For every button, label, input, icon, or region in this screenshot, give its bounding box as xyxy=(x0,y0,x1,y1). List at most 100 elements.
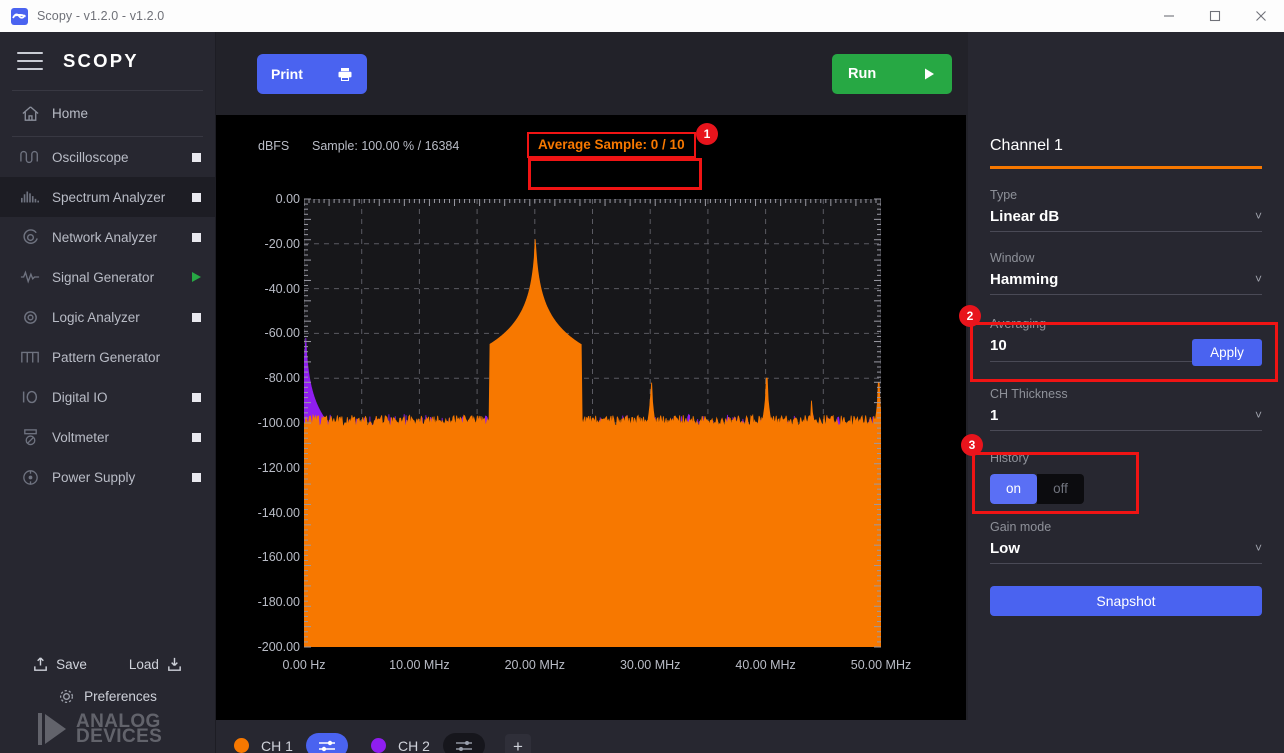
x-axis-tick-label: 40.00 MHz xyxy=(735,658,796,672)
window-value: Hamming xyxy=(990,270,1059,288)
pattern-generator-icon xyxy=(16,349,44,365)
gain-mode-field[interactable]: Gain mode Low ˅ xyxy=(990,520,1262,564)
window-field[interactable]: Window Hamming ˅ xyxy=(990,251,1262,295)
sidebar-item-label: Signal Generator xyxy=(52,269,155,285)
sidebar-item-oscilloscope[interactable]: Oscilloscope xyxy=(0,137,215,177)
oscilloscope-icon xyxy=(16,149,44,165)
channel-2-label: CH 2 xyxy=(398,737,430,753)
plot-header: dBFS Sample: 100.00 % / 16384 Average Sa… xyxy=(216,115,966,165)
sidebar-item-digital-io[interactable]: Digital IO xyxy=(0,377,215,417)
history-on-option[interactable]: on xyxy=(990,473,1037,504)
plot-canvas[interactable] xyxy=(304,199,881,647)
x-axis-tick-label: 50.00 MHz xyxy=(850,658,912,672)
minimize-icon[interactable] xyxy=(1146,0,1192,32)
load-label: Load xyxy=(128,656,159,672)
chevron-down-icon[interactable]: ˅ xyxy=(1255,541,1262,557)
logo-line-2: DEVICES xyxy=(76,726,163,747)
network-analyzer-icon xyxy=(16,228,44,247)
gear-icon xyxy=(60,689,74,703)
channel-2-control[interactable]: CH 2 xyxy=(371,733,485,753)
status-indicator xyxy=(192,192,201,202)
window-title: Scopy - v1.2.0 - v1.2.0 xyxy=(37,9,165,23)
y-axis-tick-label: 0.00 xyxy=(275,192,300,206)
chevron-down-icon[interactable]: ˅ xyxy=(1255,408,1262,424)
spectrum-plot[interactable]: dBFS Sample: 100.00 % / 16384 Average Sa… xyxy=(216,115,966,720)
sidebar-item-label: Spectrum Analyzer xyxy=(52,189,166,205)
channel-1-settings-button[interactable] xyxy=(305,733,348,753)
annotation-badge-2: 2 xyxy=(959,305,981,327)
load-button[interactable]: Load xyxy=(129,656,183,673)
history-label: History xyxy=(990,450,1029,465)
averaging-input[interactable]: 10 xyxy=(990,337,1007,354)
power-supply-icon xyxy=(16,468,44,487)
snapshot-button[interactable]: Snapshot xyxy=(990,585,1262,616)
apply-button[interactable]: Apply xyxy=(1192,338,1262,366)
analog-devices-mark-icon xyxy=(38,713,68,745)
sidebar-item-label: Network Analyzer xyxy=(52,229,158,245)
channel-2-settings-button[interactable] xyxy=(442,733,485,753)
sidebar-item-signal-generator[interactable]: Signal Generator xyxy=(0,257,215,297)
x-axis-tick-label: 10.00 MHz xyxy=(389,658,450,672)
signal-generator-icon xyxy=(16,269,44,285)
load-icon xyxy=(168,657,181,671)
channel-settings-panel: Channel 1 Type Linear dB ˅ Window Hammin… xyxy=(968,32,1284,753)
app-logo-icon xyxy=(11,7,28,25)
type-field[interactable]: Type Linear dB ˅ xyxy=(990,188,1262,232)
x-axis-tick-label: 30.00 MHz xyxy=(619,658,681,672)
sidebar-item-label: Voltmeter xyxy=(52,429,110,445)
analog-devices-logo: ANALOG DEVICES xyxy=(0,712,215,747)
hamburger-icon[interactable] xyxy=(17,52,43,70)
play-icon xyxy=(925,68,934,80)
sliders-icon xyxy=(318,740,335,751)
sliders-icon xyxy=(455,740,472,751)
type-label: Type xyxy=(990,187,1018,202)
history-off-option[interactable]: off xyxy=(1037,473,1084,504)
y-axis-tick-label: -140.00 xyxy=(257,505,300,520)
history-toggle[interactable]: on off xyxy=(990,473,1084,504)
save-button[interactable]: Save xyxy=(32,656,87,673)
y-axis-tick-label: -200.00 xyxy=(257,640,300,654)
logic-analyzer-icon xyxy=(16,308,44,327)
annotation-badge-1: 1 xyxy=(696,123,718,145)
add-channel-button[interactable]: + xyxy=(505,734,531,753)
status-indicator-running xyxy=(192,272,201,282)
chevron-down-icon[interactable]: ˅ xyxy=(1255,209,1262,225)
save-icon xyxy=(34,656,47,671)
y-axis-tick-label: -180.00 xyxy=(257,595,300,610)
title-bar: Scopy - v1.2.0 - v1.2.0 xyxy=(0,0,1284,32)
sidebar-item-label: Digital IO xyxy=(52,389,108,405)
status-indicator xyxy=(192,152,201,162)
y-axis-tick-label: -80.00 xyxy=(264,371,300,386)
averaging-field[interactable]: Averaging 10 Apply xyxy=(990,317,1262,368)
sidebar: SCOPY Home Oscilloscope Spectrum Analyze… xyxy=(0,32,216,753)
sidebar-item-logic-analyzer[interactable]: Logic Analyzer xyxy=(0,297,215,337)
preferences-button[interactable]: Preferences xyxy=(0,681,215,711)
print-label: Print xyxy=(271,66,303,82)
print-button[interactable]: Print xyxy=(257,54,367,94)
ch-thickness-field[interactable]: CH Thickness 1 ˅ xyxy=(990,387,1262,431)
window-label: Window xyxy=(990,250,1035,265)
status-indicator xyxy=(192,432,201,442)
type-value: Linear dB xyxy=(990,207,1060,225)
ch-thickness-label: CH Thickness xyxy=(990,386,1068,401)
home-icon xyxy=(16,104,44,123)
sidebar-brand: SCOPY xyxy=(63,50,139,71)
chevron-down-icon[interactable]: ˅ xyxy=(1255,272,1262,288)
sidebar-item-spectrum-analyzer[interactable]: Spectrum Analyzer xyxy=(0,177,215,217)
run-button[interactable]: Run xyxy=(832,54,952,94)
y-axis-tick-label: -20.00 xyxy=(264,236,300,251)
y-axis-tick-label: -100.00 xyxy=(257,416,300,430)
digital-io-icon xyxy=(16,389,44,405)
sidebar-item-power-supply[interactable]: Power Supply xyxy=(0,457,215,497)
sidebar-item-pattern-generator[interactable]: Pattern Generator xyxy=(0,337,215,377)
sidebar-item-label: Logic Analyzer xyxy=(52,309,140,325)
close-icon[interactable] xyxy=(1238,0,1284,32)
sidebar-item-network-analyzer[interactable]: Network Analyzer xyxy=(0,217,215,257)
sidebar-item-voltmeter[interactable]: Voltmeter xyxy=(0,417,215,457)
channel-1-control[interactable]: CH 1 xyxy=(234,733,348,753)
sidebar-item-home[interactable]: Home xyxy=(0,91,215,136)
maximize-icon[interactable] xyxy=(1192,0,1238,32)
panel-title: Channel 1 xyxy=(990,137,1063,154)
annotation-badge-3: 3 xyxy=(961,434,983,456)
sample-readout: Sample: 100.00 % / 16384 xyxy=(312,139,460,153)
